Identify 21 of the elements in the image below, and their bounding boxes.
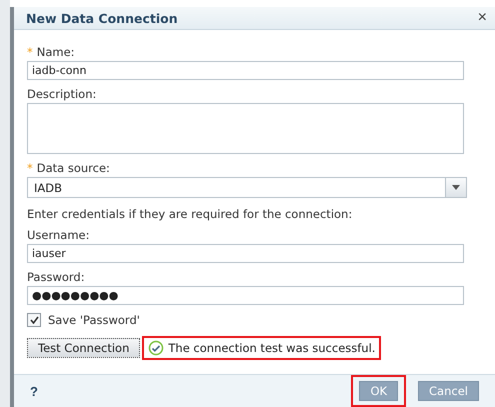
required-mark: * — [27, 45, 33, 59]
test-connection-button[interactable]: Test Connection — [27, 338, 140, 358]
field-label: Name: — [36, 45, 75, 59]
caret-icon — [452, 185, 460, 190]
input-field[interactable]: ●●●●●●●●● — [27, 286, 464, 305]
required-mark: * — [27, 161, 33, 175]
checkbox[interactable] — [27, 313, 41, 327]
field-label: Data source: — [36, 161, 110, 175]
help-button[interactable]: ? — [30, 384, 38, 398]
credentials-note: Enter credentials if they are required for the connection: — [27, 207, 354, 221]
input-field[interactable]: iadb-conn — [27, 61, 464, 80]
field-label: Password: — [27, 270, 85, 284]
window-title: New Data Connection — [26, 10, 178, 26]
check-icon — [148, 340, 164, 356]
field-label: Username: — [27, 228, 90, 242]
dropdown-field[interactable]: IADB — [27, 177, 467, 198]
input-field[interactable]: iauser — [27, 244, 464, 263]
field-label: Description: — [27, 87, 96, 101]
status-message: The connection test was successful. — [168, 341, 376, 355]
close-button[interactable]: × — [478, 9, 487, 27]
checkbox-label: Save 'Password' — [48, 313, 140, 327]
